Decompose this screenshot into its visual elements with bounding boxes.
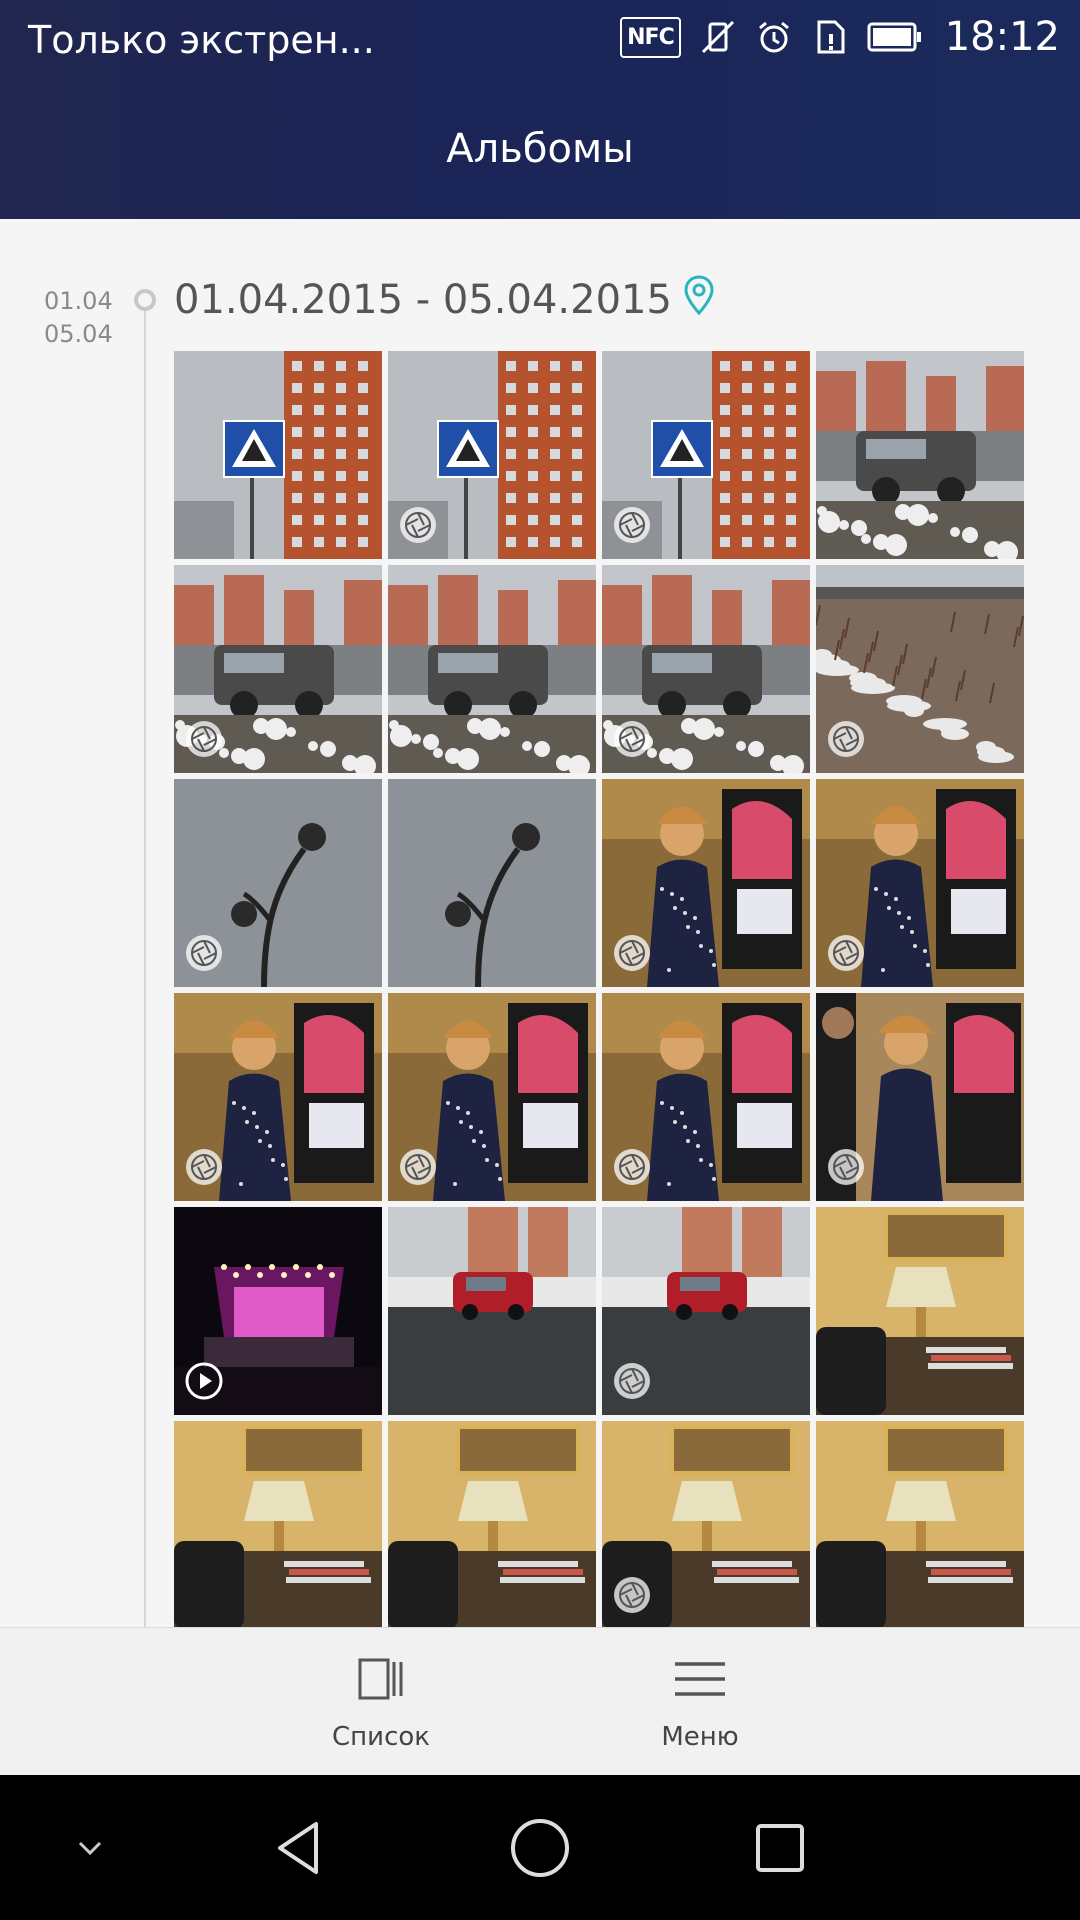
list-view-icon <box>358 1658 403 1700</box>
aperture-icon <box>826 1147 866 1191</box>
timeline-date: 01.04 05.04 <box>44 285 113 351</box>
system-nav-bar <box>0 1775 1080 1920</box>
nav-recents-button[interactable] <box>700 1775 860 1920</box>
photo-thumbnail[interactable] <box>816 1207 1024 1415</box>
timeline-date-end: 05.04 <box>44 320 113 348</box>
nav-back-button[interactable] <box>220 1775 380 1920</box>
menu-button[interactable]: Меню <box>600 1654 800 1752</box>
photo-thumbnail[interactable] <box>174 1207 382 1415</box>
status-icons: NFC 18:12 <box>620 14 1060 60</box>
aperture-icon <box>398 505 438 549</box>
sim-icon <box>811 18 849 56</box>
photo-thumbnail[interactable] <box>174 1421 382 1627</box>
bottom-toolbar: Список Меню <box>0 1627 1080 1776</box>
alarm-icon <box>755 18 793 56</box>
aperture-icon <box>612 1147 652 1191</box>
timeline-date-start: 01.04 <box>44 287 113 315</box>
vibrate-off-icon <box>699 18 737 56</box>
album-group-title: 01.04.2015 - 05.04.2015 <box>174 277 672 323</box>
page-title: Альбомы <box>446 126 634 172</box>
status-bar: Только экстрен... NFC 18:12 <box>0 0 1080 80</box>
location-pin-icon[interactable] <box>682 274 716 326</box>
photo-thumbnail[interactable] <box>602 351 810 559</box>
list-button-label: Список <box>332 1722 430 1752</box>
aperture-icon <box>184 1147 224 1191</box>
photo-image <box>816 351 1024 559</box>
aperture-icon <box>612 1575 652 1619</box>
photo-thumbnail[interactable] <box>602 565 810 773</box>
aperture-icon <box>398 1147 438 1191</box>
back-icon <box>278 1821 318 1874</box>
photo-image <box>174 1421 382 1627</box>
photo-thumbnail[interactable] <box>174 351 382 559</box>
chevron-down-icon <box>78 1841 102 1855</box>
photo-thumbnail[interactable] <box>388 1207 596 1415</box>
photo-thumbnail[interactable] <box>388 351 596 559</box>
photo-thumbnail[interactable] <box>816 565 1024 773</box>
photo-thumbnail[interactable] <box>388 1421 596 1627</box>
battery-icon <box>867 21 923 53</box>
photo-image <box>388 565 596 773</box>
photo-image <box>816 1207 1024 1415</box>
aperture-icon <box>184 933 224 977</box>
timeline-dot <box>134 289 156 311</box>
menu-icon <box>675 1662 725 1696</box>
photo-image <box>816 1421 1024 1627</box>
album-content[interactable]: 01.04 05.04 01.04.2015 - 05.04.2015 <box>0 219 1080 1627</box>
app-header: Только экстрен... NFC 18:12 Альбомы <box>0 0 1080 219</box>
photo-thumbnail[interactable] <box>816 351 1024 559</box>
photo-thumbnail[interactable] <box>816 779 1024 987</box>
photo-thumbnail[interactable] <box>816 993 1024 1201</box>
aperture-icon <box>612 505 652 549</box>
menu-button-label: Меню <box>661 1722 739 1752</box>
aperture-icon <box>612 719 652 763</box>
photo-image <box>388 1207 596 1415</box>
home-icon <box>511 1818 569 1877</box>
recents-icon <box>756 1823 804 1872</box>
photo-grid <box>174 351 1026 1627</box>
aperture-icon <box>826 719 866 763</box>
clock: 18:12 <box>944 14 1060 60</box>
photo-image <box>388 779 596 987</box>
nfc-icon: NFC <box>620 16 681 58</box>
photo-thumbnail[interactable] <box>174 779 382 987</box>
album-group-header[interactable]: 01.04.2015 - 05.04.2015 <box>174 274 716 326</box>
timeline-line <box>144 309 146 1627</box>
status-notification-text: Только экстрен... <box>28 18 375 62</box>
photo-thumbnail[interactable] <box>602 779 810 987</box>
aperture-icon <box>826 933 866 977</box>
aperture-icon <box>184 719 224 763</box>
photo-thumbnail[interactable] <box>388 779 596 987</box>
aperture-icon <box>612 1361 652 1405</box>
photo-thumbnail[interactable] <box>602 993 810 1201</box>
photo-thumbnail[interactable] <box>602 1207 810 1415</box>
photo-thumbnail[interactable] <box>174 565 382 773</box>
photo-thumbnail[interactable] <box>174 993 382 1201</box>
photo-thumbnail[interactable] <box>388 565 596 773</box>
list-button[interactable]: Список <box>281 1654 481 1752</box>
nav-home-button[interactable] <box>460 1775 620 1920</box>
aperture-icon <box>612 933 652 977</box>
photo-thumbnail[interactable] <box>388 993 596 1201</box>
photo-thumbnail[interactable] <box>602 1421 810 1627</box>
photo-image <box>388 1421 596 1627</box>
nav-expand-button[interactable] <box>10 1775 170 1920</box>
photo-thumbnail[interactable] <box>816 1421 1024 1627</box>
play-icon <box>184 1361 224 1405</box>
photo-image <box>174 351 382 559</box>
